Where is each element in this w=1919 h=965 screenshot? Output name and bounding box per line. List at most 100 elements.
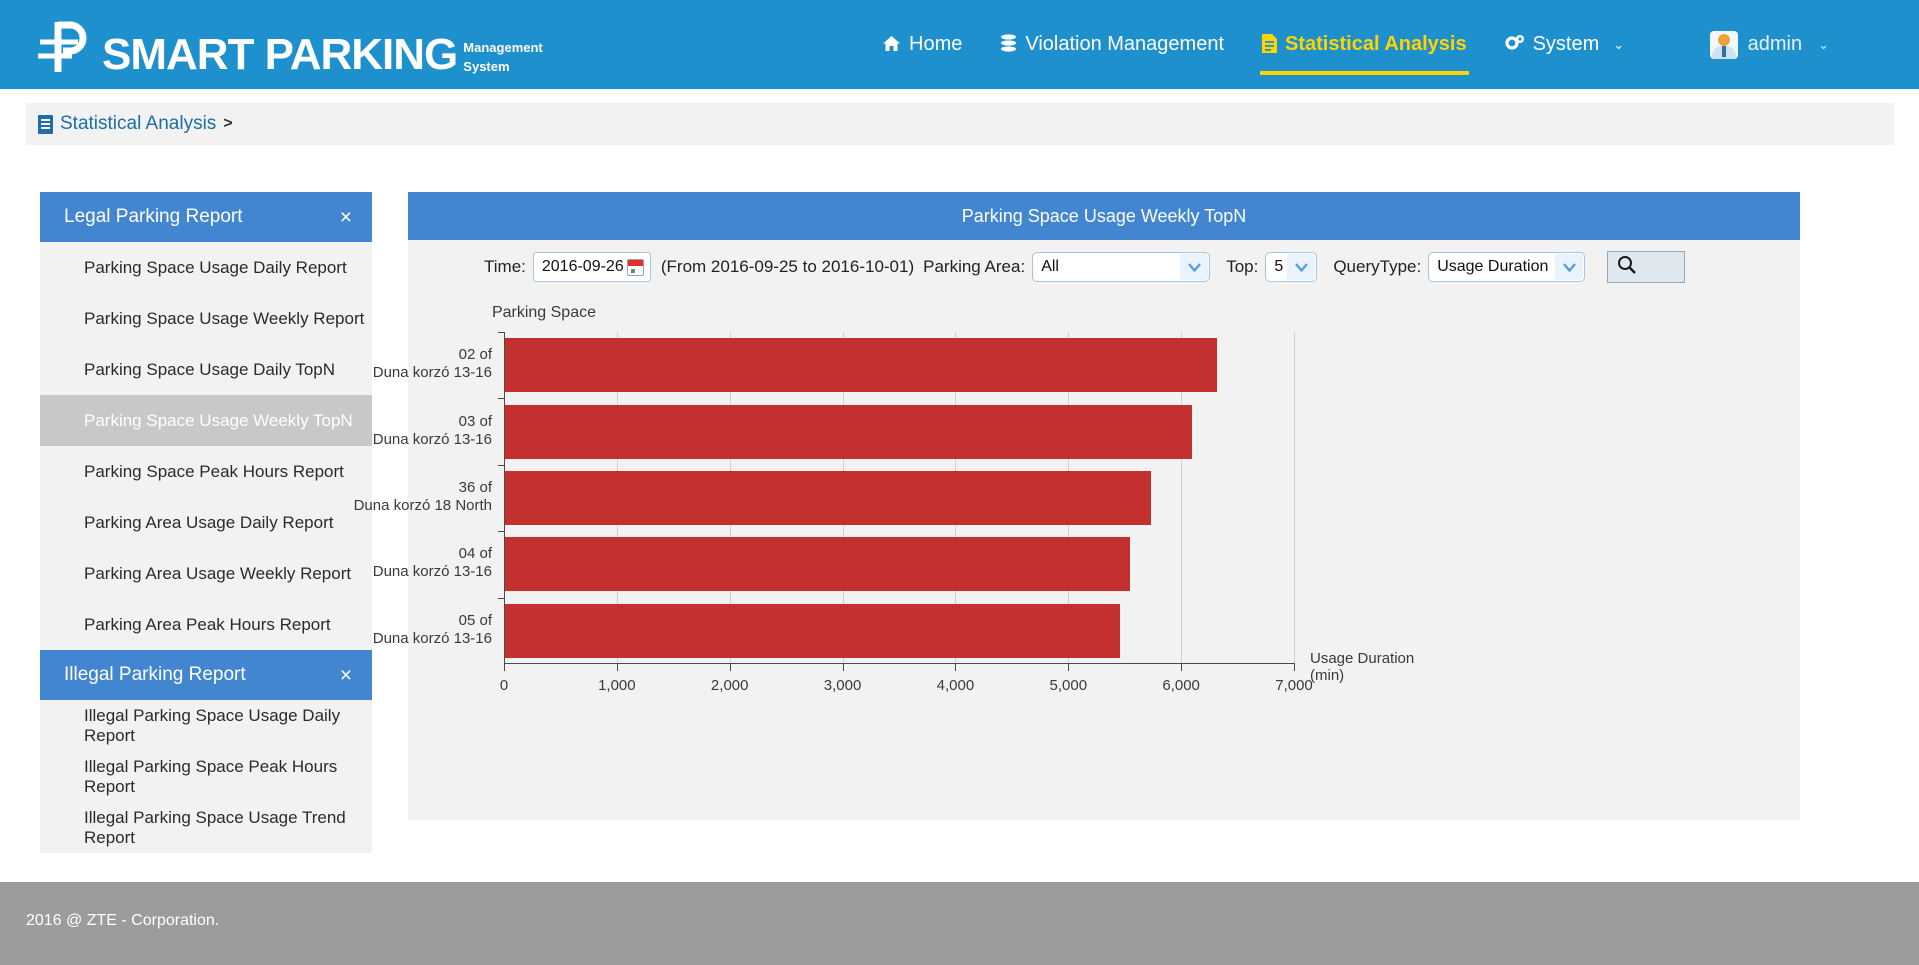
chart-x-tick bbox=[1068, 664, 1070, 671]
chart-x-tick bbox=[955, 664, 957, 671]
nav-item-home-label: Home bbox=[909, 33, 963, 55]
sidebar-group-illegal-parking-report[interactable]: Illegal Parking Report × bbox=[40, 650, 372, 700]
database-icon bbox=[1000, 34, 1017, 55]
breadcrumb-separator: > bbox=[223, 115, 233, 132]
top-select[interactable]: 5 bbox=[1265, 252, 1318, 282]
chart-category-label-line: Duna korzó 13-16 bbox=[372, 364, 492, 382]
chart-category-label-line: 36 of bbox=[458, 479, 492, 496]
chart-category-label-line: 05 of bbox=[458, 611, 492, 629]
nav-item-home[interactable]: Home bbox=[880, 0, 964, 89]
main-nav: Home Violation Management Statistical An… bbox=[880, 0, 1626, 89]
chart-x-tick bbox=[616, 664, 618, 671]
querytype-select[interactable]: Usage Duration bbox=[1428, 252, 1586, 282]
chart-category-label: 04 of Duna korzó 13-16 bbox=[262, 545, 492, 581]
chart-y-tick bbox=[498, 332, 504, 333]
chart-bar[interactable] bbox=[505, 338, 1218, 393]
breadcrumb-label[interactable]: Statistical Analysis bbox=[60, 113, 216, 135]
chart-x-tick bbox=[1294, 664, 1295, 671]
chart-gridline bbox=[1294, 332, 1295, 664]
footer-text: 2016 @ ZTE - Corporation. bbox=[26, 912, 220, 929]
chart-x-tick-label: 4,000 bbox=[936, 677, 975, 694]
chart-y-axis-title: Parking Space bbox=[491, 304, 596, 321]
brand-subtitle-line2: System bbox=[463, 59, 510, 74]
nav-item-statistical-analysis-label: Statistical Analysis bbox=[1285, 33, 1467, 55]
sidebar-group-title: Legal Parking Report bbox=[64, 206, 243, 227]
chart-y-tick bbox=[498, 398, 504, 400]
chart-category-label: 36 of Duna korzó 18 North bbox=[262, 479, 492, 515]
report-sidebar: Legal Parking Report × Parking Space Usa… bbox=[40, 192, 372, 853]
gears-icon bbox=[1504, 34, 1525, 55]
date-input[interactable]: 2016-09-26 bbox=[532, 252, 651, 282]
chart-category-label-line: 02 of bbox=[458, 346, 492, 364]
chart-bar[interactable] bbox=[505, 537, 1131, 592]
sidebar-item-label: Illegal Parking Space Usage Trend Report bbox=[84, 807, 346, 847]
chart-bar[interactable] bbox=[505, 404, 1193, 459]
nav-item-statistical-analysis[interactable]: Statistical Analysis bbox=[1260, 0, 1469, 89]
sidebar-item-label: Parking Space Usage Daily Report bbox=[84, 257, 347, 277]
chart-bar[interactable] bbox=[505, 471, 1151, 525]
chart-x-tick-label: 2,000 bbox=[710, 677, 749, 694]
nav-item-violation-management[interactable]: Violation Management bbox=[998, 0, 1226, 89]
chart-x-tick bbox=[504, 664, 505, 671]
chart-x-axis-line bbox=[504, 663, 1295, 664]
chart-x-tick-label: 6,000 bbox=[1162, 677, 1200, 694]
brand-subtitle-line1: Management bbox=[463, 40, 543, 55]
brand-title: SMART PARKING bbox=[102, 30, 458, 79]
sidebar-item-parking-space-usage-weekly-report[interactable]: Parking Space Usage Weekly Report bbox=[40, 293, 372, 344]
chart-y-tick bbox=[498, 597, 504, 599]
close-icon[interactable]: × bbox=[336, 205, 356, 230]
sidebar-item-label: Parking Area Usage Daily Report bbox=[84, 512, 334, 532]
home-icon bbox=[882, 35, 901, 55]
sidebar-item-illegal-parking-space-usage-trend-report[interactable]: Illegal Parking Space Usage Trend Report bbox=[40, 802, 372, 853]
time-label: Time: bbox=[484, 257, 526, 276]
sidebar-item-label: Illegal Parking Space Usage Daily Report bbox=[84, 705, 341, 745]
nav-item-system[interactable]: System ⌄ bbox=[1503, 0, 1627, 89]
brand-logo[interactable]: SMART PARKING Management System bbox=[28, 10, 543, 78]
chart-x-tick bbox=[729, 664, 731, 671]
sidebar-item-illegal-parking-space-usage-daily-report[interactable]: Illegal Parking Space Usage Daily Report bbox=[40, 700, 372, 751]
search-button[interactable] bbox=[1607, 251, 1686, 283]
chart-bar[interactable] bbox=[505, 603, 1121, 658]
sidebar-item-parking-space-usage-daily-report[interactable]: Parking Space Usage Daily Report bbox=[40, 242, 372, 293]
search-icon bbox=[1617, 255, 1637, 279]
chart-category-label: 05 of Duna korzó 13-16 bbox=[262, 612, 492, 648]
document-icon bbox=[1262, 33, 1278, 56]
top-label: Top: bbox=[1226, 257, 1259, 276]
parking-p-logo-icon bbox=[28, 16, 90, 78]
chart-category-label-line: Duna korzó 13-16 bbox=[372, 563, 492, 581]
chart-x-axis-title: Usage Duration (min) bbox=[1310, 650, 1430, 684]
sidebar-item-label: Illegal Parking Space Peak Hours Report bbox=[84, 756, 338, 796]
chart-category-label: 02 of Duna korzó 13-16 bbox=[262, 346, 492, 382]
sidebar-item-illegal-parking-space-peak-hours-report[interactable]: Illegal Parking Space Peak Hours Report bbox=[40, 751, 372, 802]
user-avatar-icon bbox=[1709, 30, 1738, 59]
nav-item-system-label: System bbox=[1532, 33, 1600, 55]
user-menu[interactable]: admin ⌄ bbox=[1709, 0, 1829, 89]
parking-area-label: Parking Area: bbox=[923, 257, 1026, 276]
report-filter-toolbar: Time: 2016-09-26 (From 2016-09-25 to 201… bbox=[408, 240, 1800, 294]
sidebar-group-legal-parking-report[interactable]: Legal Parking Report × bbox=[40, 192, 372, 242]
nav-item-violation-management-label: Violation Management bbox=[1025, 33, 1225, 55]
chevron-down-icon[interactable] bbox=[1180, 254, 1209, 280]
calendar-icon[interactable] bbox=[626, 259, 644, 276]
chart-y-tick bbox=[498, 464, 504, 466]
chart-x-tick bbox=[842, 664, 844, 671]
chart-category-label-line: Duna korzó 18 North bbox=[353, 497, 492, 514]
chart-y-tick bbox=[498, 531, 504, 533]
chart-x-tick-label: 3,000 bbox=[823, 677, 862, 694]
close-icon[interactable]: × bbox=[336, 663, 356, 688]
chevron-down-icon: ⌄ bbox=[1818, 36, 1829, 52]
parking-area-select[interactable]: All bbox=[1032, 252, 1211, 282]
chart-x-axis-title-line: (min) bbox=[1310, 667, 1345, 684]
chevron-down-icon[interactable] bbox=[1555, 254, 1584, 280]
chart-category-label-line: Duna korzó 13-16 bbox=[372, 629, 492, 647]
chart-category-label-line: Duna korzó 13-16 bbox=[372, 430, 492, 448]
chevron-down-icon[interactable] bbox=[1287, 254, 1316, 280]
chart-x-axis-title-line: Usage Duration bbox=[1310, 650, 1415, 667]
document-icon bbox=[38, 114, 53, 134]
date-range-text: (From 2016-09-25 to 2016-10-01) bbox=[660, 257, 915, 276]
querytype-select-value: Usage Duration bbox=[1437, 258, 1549, 275]
date-input-value: 2016-09-26 bbox=[541, 258, 624, 275]
panel-title: Parking Space Usage Weekly TopN bbox=[408, 192, 1800, 240]
page-footer: 2016 @ ZTE - Corporation. bbox=[0, 882, 1919, 965]
topn-bar-chart: Parking Space 02 of Duna korzó 13-16 03 of… bbox=[354, 294, 1800, 820]
